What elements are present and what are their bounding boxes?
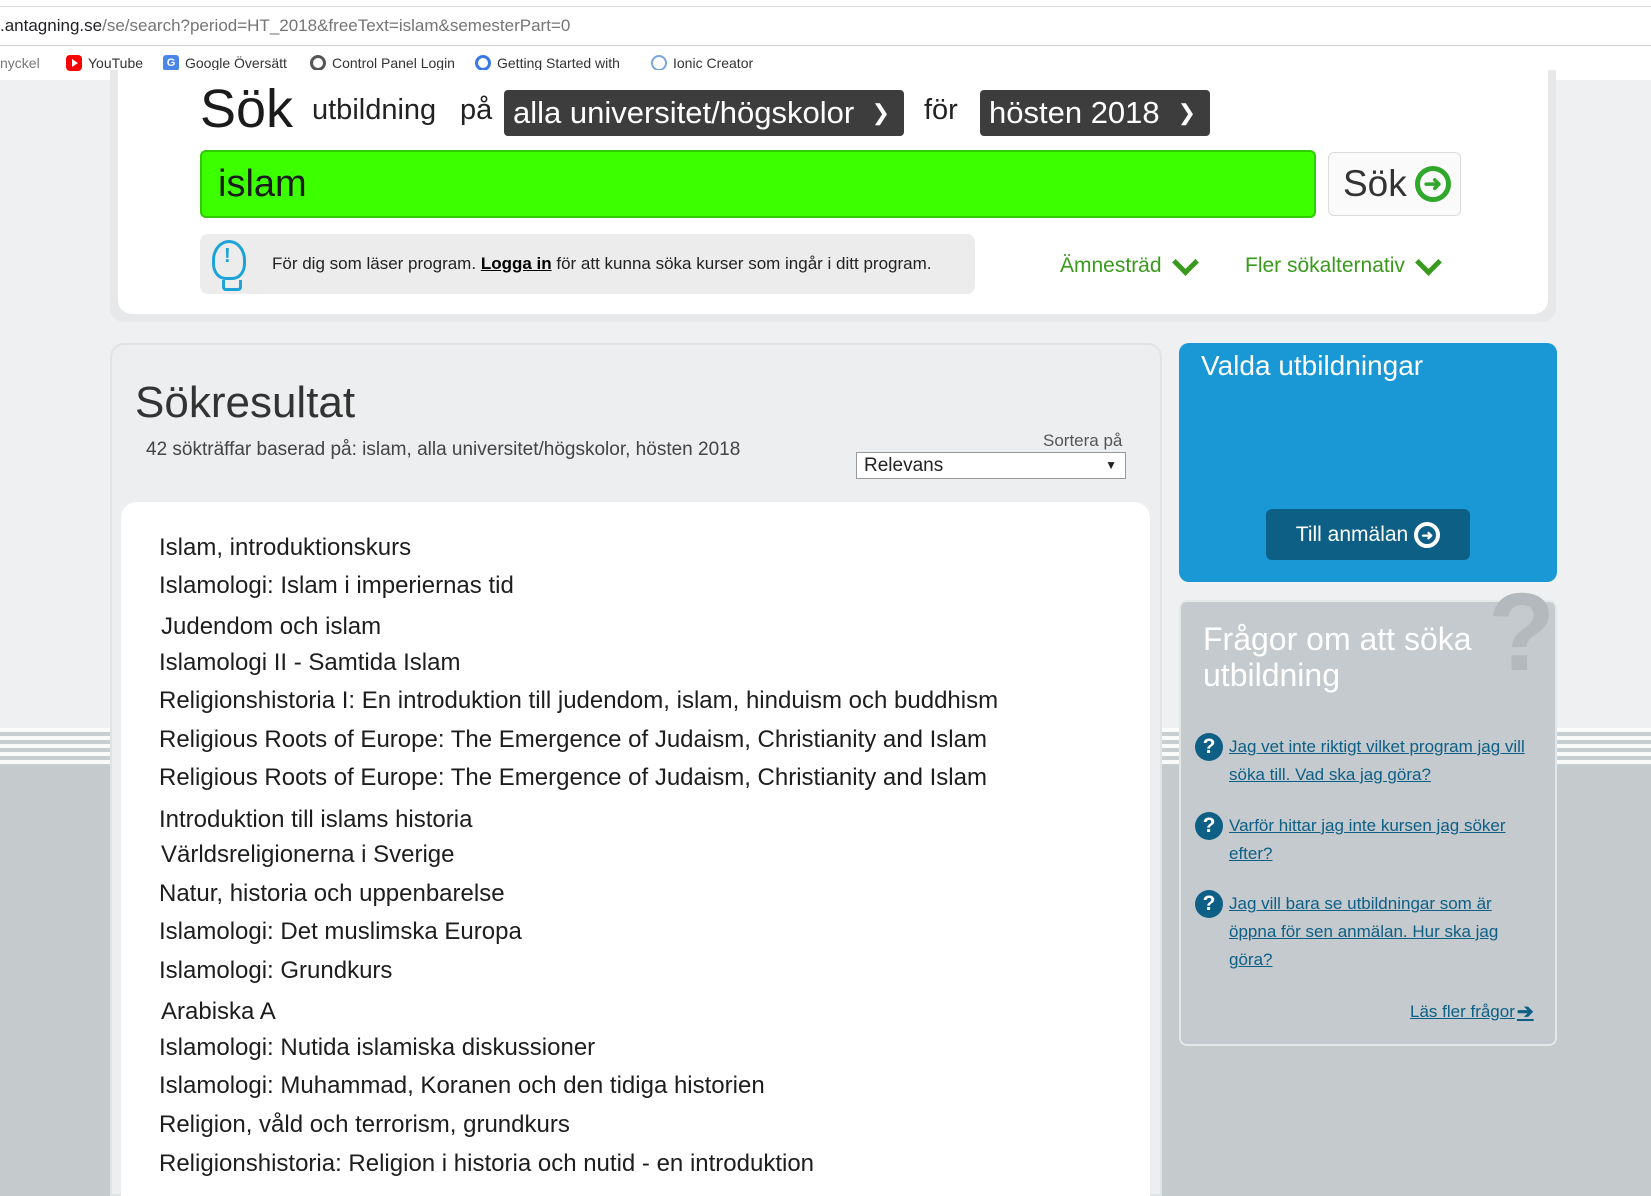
- bookmark-youtube[interactable]: YouTube: [66, 55, 143, 71]
- results-summary: 42 sökträffar baserad på: islam, alla un…: [146, 439, 741, 460]
- faq-question-link[interactable]: Jag vill bara se utbildningar som är öpp…: [1229, 890, 1539, 974]
- results-title: Sökresultat: [135, 378, 356, 427]
- bookmark-label: Control Panel Login: [332, 55, 455, 71]
- result-item[interactable]: Islam, introduktionskurs: [159, 534, 411, 562]
- chevron-down-icon: ❯: [1177, 100, 1196, 125]
- lightbulb-icon: [212, 240, 246, 280]
- control-panel-icon: [310, 55, 326, 71]
- subject-tree-label: Ämnesträd: [1060, 254, 1162, 277]
- result-item[interactable]: Religionshistoria: Religion i historia o…: [159, 1150, 814, 1178]
- university-select[interactable]: alla universitet/högskolor ❯: [504, 90, 904, 136]
- result-item[interactable]: Islamologi: Det muslimska Europa: [159, 918, 522, 946]
- login-info-box: För dig som läser program. Logga in för …: [200, 234, 975, 294]
- label-pa: på: [460, 94, 493, 126]
- subject-tree-toggle[interactable]: Ämnesträd: [1060, 248, 1199, 278]
- question-icon: ?: [1195, 890, 1223, 918]
- bookmark-control-panel[interactable]: Control Panel Login: [310, 55, 455, 71]
- sort-select-value: Relevans: [864, 455, 944, 476]
- result-item[interactable]: Islamologi: Grundkurs: [159, 957, 392, 985]
- search-heading: Sök: [200, 79, 294, 139]
- bookmark-google-translate[interactable]: G Google Översätt: [163, 55, 287, 71]
- result-item[interactable]: Introduktion till islams historia: [159, 806, 472, 834]
- result-item[interactable]: Arabiska A: [161, 998, 276, 1026]
- question-icon: ?: [1195, 733, 1223, 761]
- info-suffix: för att kunna söka kurser som ingår i di…: [556, 254, 932, 273]
- info-prefix: För dig som läser program.: [272, 254, 477, 273]
- search-button[interactable]: Sök ➜: [1328, 152, 1461, 216]
- faq-question-link[interactable]: Jag vet inte riktigt vilket program jag …: [1229, 733, 1539, 789]
- result-item[interactable]: Världsreligionerna i Sverige: [161, 841, 454, 869]
- university-select-value: alla universitet/högskolor: [513, 95, 855, 130]
- youtube-icon: [66, 55, 82, 71]
- faq-title: Frågor om att söka utbildning: [1203, 621, 1472, 693]
- url-text[interactable]: .antagning.se/se/search?period=HT_2018&f…: [0, 16, 570, 36]
- bookmark-label: YouTube: [88, 55, 144, 71]
- url-path: /se/search?period=HT_2018&freeText=islam…: [102, 16, 571, 35]
- semester-select-value: hösten 2018: [989, 95, 1160, 130]
- result-item[interactable]: Religious Roots of Europe: The Emergence…: [159, 726, 987, 754]
- getting-started-icon: [475, 55, 491, 71]
- result-item[interactable]: Islamologi: Muhammad, Koranen och den ti…: [159, 1072, 765, 1100]
- more-questions-label: Läs fler frågor: [1410, 1001, 1515, 1021]
- chevron-down-icon: ❯: [871, 100, 890, 125]
- faq-question[interactable]: ? Varför hittar jag inte kursen jag söke…: [1195, 812, 1539, 868]
- label-utbildning: utbildning: [312, 94, 437, 126]
- result-item[interactable]: Islamologi: Islam i imperiernas tid: [159, 572, 514, 600]
- url-host: .antagning.se: [0, 16, 103, 35]
- bookmark-label: Google Översätt: [185, 55, 287, 71]
- more-options-toggle[interactable]: Fler sökalternativ: [1245, 248, 1442, 278]
- sort-select[interactable]: Relevans ▼: [856, 452, 1126, 479]
- result-item[interactable]: Islamologi: Nutida islamiska diskussione…: [159, 1034, 595, 1062]
- faq-question[interactable]: ? Jag vet inte riktigt vilket program ja…: [1195, 733, 1539, 789]
- to-application-button[interactable]: Till anmälan ➜: [1266, 509, 1470, 560]
- result-item[interactable]: Judendom och islam: [161, 613, 381, 641]
- result-item[interactable]: Natur, historia och uppenbarelse: [159, 880, 505, 908]
- login-link[interactable]: Logga in: [481, 254, 552, 273]
- bookmark-label: Ionic Creator: [673, 55, 754, 71]
- result-item[interactable]: Islamologi II - Samtida Islam: [159, 649, 460, 677]
- lightbulb-base-icon: [222, 280, 242, 291]
- search-button-label: Sök: [1343, 163, 1407, 204]
- bookmark-ionic-creator[interactable]: Ionic Creator: [651, 55, 753, 71]
- bookmark-label: nyckel: [0, 55, 40, 71]
- tab-strip-edge: [0, 6, 1651, 7]
- result-item[interactable]: Religion, våld och terrorism, grundkurs: [159, 1111, 570, 1139]
- bookmark-nyckel[interactable]: nyckel: [0, 55, 40, 71]
- bookmark-getting-started[interactable]: Getting Started with: [475, 55, 620, 71]
- selected-programs-title: Valda utbildningar: [1201, 350, 1424, 381]
- more-options-label: Fler sökalternativ: [1245, 254, 1405, 277]
- result-item[interactable]: Religious Roots of Europe: The Emergence…: [159, 764, 987, 792]
- more-questions-link[interactable]: Läs fler frågor ➔: [1410, 999, 1534, 1024]
- question-icon: ?: [1195, 812, 1223, 840]
- sort-label: Sortera på: [1043, 431, 1123, 450]
- search-input[interactable]: [200, 150, 1316, 218]
- label-for: för: [924, 94, 958, 126]
- bookmark-label: Getting Started with: [497, 55, 620, 71]
- arrow-right-circle-icon: ➜: [1414, 166, 1451, 202]
- faq-question[interactable]: ? Jag vill bara se utbildningar som är ö…: [1195, 890, 1539, 974]
- semester-select[interactable]: hösten 2018 ❯: [980, 90, 1210, 136]
- google-translate-icon: G: [163, 55, 179, 71]
- faq-question-link[interactable]: Varför hittar jag inte kursen jag söker …: [1229, 812, 1539, 868]
- ionic-icon: [651, 55, 667, 71]
- arrow-right-icon: ➔: [1516, 1001, 1534, 1023]
- to-application-label: Till anmälan: [1295, 522, 1409, 546]
- arrow-right-circle-icon: ➜: [1414, 521, 1441, 548]
- dropdown-arrow-icon: ▼: [1105, 458, 1117, 472]
- result-item[interactable]: Religionshistoria I: En introduktion til…: [159, 687, 998, 715]
- address-bar[interactable]: .antagning.se/se/search?period=HT_2018&f…: [0, 0, 1651, 46]
- login-info-text: För dig som läser program. Logga in för …: [272, 254, 931, 274]
